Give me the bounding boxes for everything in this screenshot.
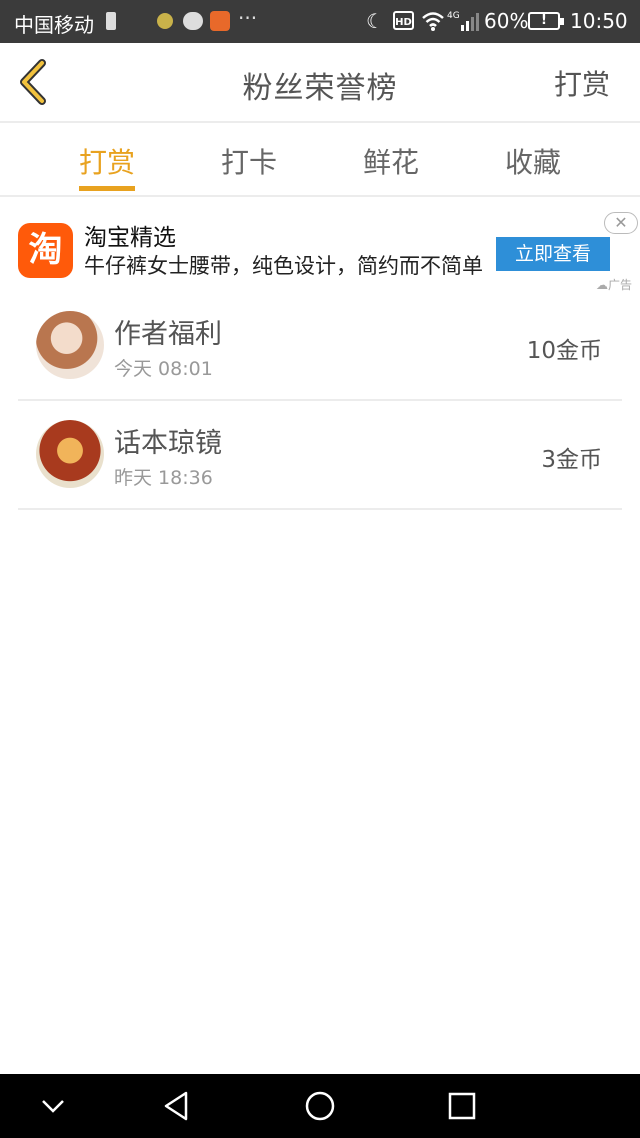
more-notifications-icon: ··· xyxy=(238,6,258,30)
ad-close-icon[interactable]: ✕ xyxy=(604,212,638,234)
chat-bubble-icon xyxy=(183,12,203,30)
tab-bar: 打赏 打卡 鲜花 收藏 xyxy=(0,123,640,197)
sim-icon xyxy=(106,12,116,30)
avatar xyxy=(36,420,104,488)
chevron-down-icon[interactable] xyxy=(35,1088,71,1124)
page-title: 粉丝荣誉榜 xyxy=(242,71,398,106)
recent-apps-square-icon[interactable] xyxy=(444,1088,480,1124)
hd-voice-icon: HD xyxy=(393,11,414,30)
ad-tag-label: 广告 xyxy=(608,278,633,292)
list-item[interactable]: 作者福利 今天 08:01 10金币 xyxy=(18,292,622,401)
ad-tag: ☁广告 xyxy=(596,278,633,292)
reward-amount: 3金币 xyxy=(541,447,602,473)
notification-app-icon xyxy=(157,13,173,29)
reward-amount: 10金币 xyxy=(526,338,602,364)
battery-percent: 60% xyxy=(484,9,529,33)
header: 粉丝荣誉榜 打赏 xyxy=(0,43,640,123)
user-name: 话本琼镜 xyxy=(114,428,222,459)
tab-flowers[interactable]: 鲜花 xyxy=(331,141,451,181)
avatar xyxy=(36,311,104,379)
ad-banner[interactable]: 淘 淘宝精选 牛仔裤女士腰带，纯色设计，简约而不简单 立即查看 ✕ ☁广告 xyxy=(0,198,640,294)
ad-description: 牛仔裤女士腰带，纯色设计，简约而不简单 xyxy=(84,254,483,278)
reward-time: 今天 08:01 xyxy=(114,358,213,380)
video-app-icon xyxy=(210,11,230,31)
active-tab-indicator xyxy=(79,186,135,191)
tab-favorites[interactable]: 收藏 xyxy=(473,141,593,181)
ad-title: 淘宝精选 xyxy=(84,225,176,251)
wifi-icon xyxy=(422,12,444,31)
battery-icon: ! xyxy=(528,12,564,30)
carrier-label: 中国移动 xyxy=(14,13,94,37)
clock: 10:50 xyxy=(570,9,628,33)
reward-time: 昨天 18:36 xyxy=(114,467,213,489)
reward-list: 作者福利 今天 08:01 10金币 话本琼镜 昨天 18:36 3金币 xyxy=(18,292,622,510)
tab-reward[interactable]: 打赏 xyxy=(47,141,167,181)
network-type-label: 4G xyxy=(447,11,460,21)
taobao-logo-icon: 淘 xyxy=(18,223,73,278)
cellular-signal-icon: 4G xyxy=(447,11,479,31)
system-nav-bar xyxy=(0,1074,640,1138)
back-triangle-icon[interactable] xyxy=(158,1088,194,1124)
user-name: 作者福利 xyxy=(114,319,222,350)
tab-checkin[interactable]: 打卡 xyxy=(189,141,309,181)
reward-button[interactable]: 打赏 xyxy=(554,63,610,103)
ad-view-now-button[interactable]: 立即查看 xyxy=(496,237,610,271)
status-bar: 中国移动 ··· ☾ HD 4G 60% ! 10:50 xyxy=(0,0,640,43)
do-not-disturb-icon: ☾ xyxy=(366,9,384,33)
list-item[interactable]: 话本琼镜 昨天 18:36 3金币 xyxy=(18,401,622,510)
home-circle-icon[interactable] xyxy=(302,1088,338,1124)
